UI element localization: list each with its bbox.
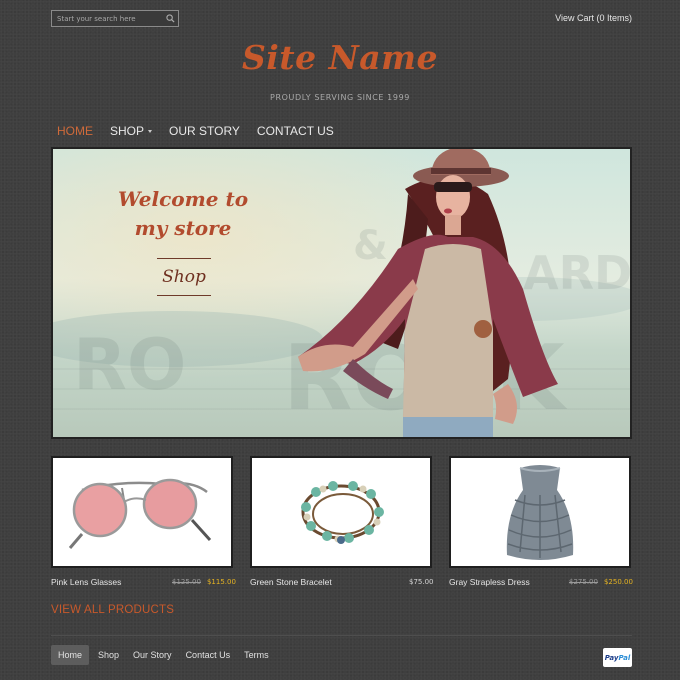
product-name[interactable]: Pink Lens Glasses: [51, 577, 121, 587]
price: $75.00: [409, 578, 434, 586]
nav-shop[interactable]: SHOP: [110, 124, 153, 138]
nav-contact-us[interactable]: CONTACT US: [257, 124, 334, 138]
hero-headline: Welcome to my store: [117, 187, 249, 240]
hero-shop-button[interactable]: Shop: [157, 258, 211, 296]
paypal-logo: Pay Pal: [603, 648, 632, 667]
sale-price: $250.00: [603, 578, 633, 586]
svg-text:RO: RO: [73, 324, 186, 406]
paypal-logo-text-2: Pal: [618, 653, 631, 662]
search-input[interactable]: [52, 11, 162, 26]
footer-link-shop[interactable]: Shop: [91, 645, 126, 665]
price-row: $125.00 $115.00: [172, 578, 236, 586]
product-card-bracelet[interactable]: [250, 456, 432, 568]
footer-link-home[interactable]: Home: [51, 645, 90, 665]
nav-home[interactable]: HOME: [57, 124, 93, 138]
svg-text:ARD: ARD: [523, 246, 630, 300]
view-all-products-link[interactable]: VIEW ALL PRODUCTS: [51, 604, 174, 616]
dress-image: [506, 465, 574, 560]
svg-text:&: &: [353, 223, 388, 269]
sunglasses-image: [68, 478, 212, 549]
hero-banner: RO ROCK & ARD: [51, 147, 632, 439]
footer-nav: Home Shop Our Story Contact Us Terms: [51, 645, 276, 665]
price-row: $275.00 $250.00: [569, 578, 633, 586]
nav-shop-label: SHOP: [110, 124, 145, 138]
divider: [51, 635, 632, 636]
bracelet-image: [301, 481, 384, 544]
nav-home-label: HOME: [57, 124, 93, 138]
old-price: $125.00: [172, 578, 201, 586]
product-card-dress[interactable]: [449, 456, 631, 568]
nav-our-story[interactable]: OUR STORY: [169, 124, 240, 138]
nav-contact-us-label: CONTACT US: [256, 124, 334, 138]
sale-price: $115.00: [206, 578, 236, 586]
product-name[interactable]: Gray Strapless Dress: [449, 577, 530, 587]
product-name[interactable]: Green Stone Bracelet: [250, 577, 332, 587]
product-card-glasses[interactable]: [51, 456, 233, 568]
chevron-down-icon: [148, 129, 153, 133]
footer-link-our-story[interactable]: Our Story: [126, 645, 179, 665]
search-box: [51, 10, 179, 27]
search-icon[interactable]: [162, 11, 178, 26]
old-price: $275.00: [569, 578, 598, 586]
price-row: $75.00: [409, 578, 434, 586]
tagline: PROUDLY SERVING SINCE 1999: [270, 93, 410, 102]
footer-link-terms[interactable]: Terms: [237, 645, 276, 665]
main-nav: HOME SHOP OUR STORY CONTACT US: [57, 124, 334, 138]
footer-link-contact-us[interactable]: Contact Us: [179, 645, 238, 665]
site-logo[interactable]: Site Name: [0, 38, 680, 77]
nav-our-story-label: OUR STORY: [169, 124, 240, 138]
view-cart-link[interactable]: View Cart (0 Items): [555, 13, 632, 23]
paypal-logo-text-1: Pay: [604, 653, 619, 662]
